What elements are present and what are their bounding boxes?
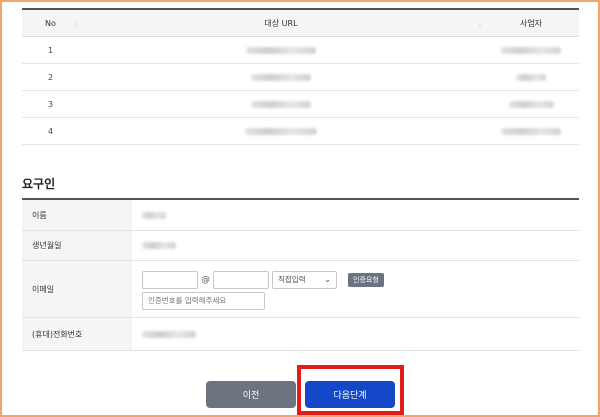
url-cell <box>79 73 483 81</box>
birth-label: 생년월일 <box>22 231 132 260</box>
redacted-text <box>246 46 316 54</box>
name-label: 이름 <box>22 200 132 230</box>
table-header: No ⋮ 대상 URL ⋮ 사업자 <box>22 10 579 37</box>
redacted-text <box>516 73 546 81</box>
chevron-down-icon: ⌄ <box>324 275 331 284</box>
redacted-text <box>508 100 554 108</box>
birth-value <box>132 231 579 260</box>
requester-section-title: 요구인 <box>22 177 56 191</box>
url-cell <box>79 127 483 135</box>
business-cell <box>483 127 579 135</box>
column-divider[interactable]: ⋮ <box>476 20 484 29</box>
header-url: 대상 URL ⋮ <box>264 18 484 29</box>
header-no: No ⋮ <box>45 18 80 30</box>
previous-button[interactable]: 이전 <box>206 381 296 408</box>
table-row: 1 <box>22 37 579 64</box>
table-row: 4 <box>22 118 579 145</box>
redacted-text <box>142 330 196 338</box>
phone-value <box>132 318 579 350</box>
redacted-text <box>501 46 561 54</box>
row-number: 1 <box>47 45 54 55</box>
verify-request-button[interactable]: 인증요청 <box>348 272 384 287</box>
email-domain-input[interactable] <box>213 270 269 289</box>
row-number: 2 <box>47 72 54 82</box>
table-row: 2 <box>22 64 579 91</box>
header-business: 사업자 <box>519 18 543 28</box>
column-divider[interactable]: ⋮ <box>72 21 80 30</box>
redacted-text <box>142 211 166 219</box>
email-value: @ 직접입력 ⌄ 인증요청 <box>132 261 579 317</box>
email-domain-select[interactable]: 직접입력 ⌄ <box>272 270 337 289</box>
email-local-input[interactable] <box>142 270 198 289</box>
redacted-text <box>251 100 311 108</box>
at-sign: @ <box>201 274 210 285</box>
url-cell <box>79 100 483 108</box>
redacted-text <box>142 242 176 249</box>
phone-label: (휴대)전화번호 <box>22 318 132 350</box>
url-cell <box>79 46 483 54</box>
redacted-text <box>251 73 311 81</box>
row-number: 3 <box>47 99 54 109</box>
phone-row: (휴대)전화번호 <box>22 318 579 351</box>
verification-code-input[interactable] <box>142 291 265 310</box>
email-row: 이메일 @ 직접입력 ⌄ 인증요청 <box>22 261 579 318</box>
business-cell <box>483 73 579 81</box>
business-cell <box>483 46 579 54</box>
next-step-button[interactable]: 다음단계 <box>305 381 395 408</box>
name-row: 이름 <box>22 200 579 231</box>
name-value <box>132 200 579 230</box>
email-line: @ 직접입력 ⌄ 인증요청 <box>142 270 384 289</box>
table-row: 3 <box>22 91 579 118</box>
email-fields: @ 직접입력 ⌄ 인증요청 <box>142 269 384 310</box>
business-cell <box>483 100 579 108</box>
redacted-text <box>245 127 317 135</box>
row-number: 4 <box>47 126 54 136</box>
birth-row: 생년월일 <box>22 231 579 261</box>
requester-form: 이름 생년월일 이메일 @ 직접입력 ⌄ 인증요청 인증번호를 입력해주세요 (… <box>22 198 579 351</box>
email-label: 이메일 <box>22 261 132 317</box>
redacted-text <box>501 127 561 135</box>
target-url-table: No ⋮ 대상 URL ⋮ 사업자 1 2 3 4 <box>22 8 579 145</box>
